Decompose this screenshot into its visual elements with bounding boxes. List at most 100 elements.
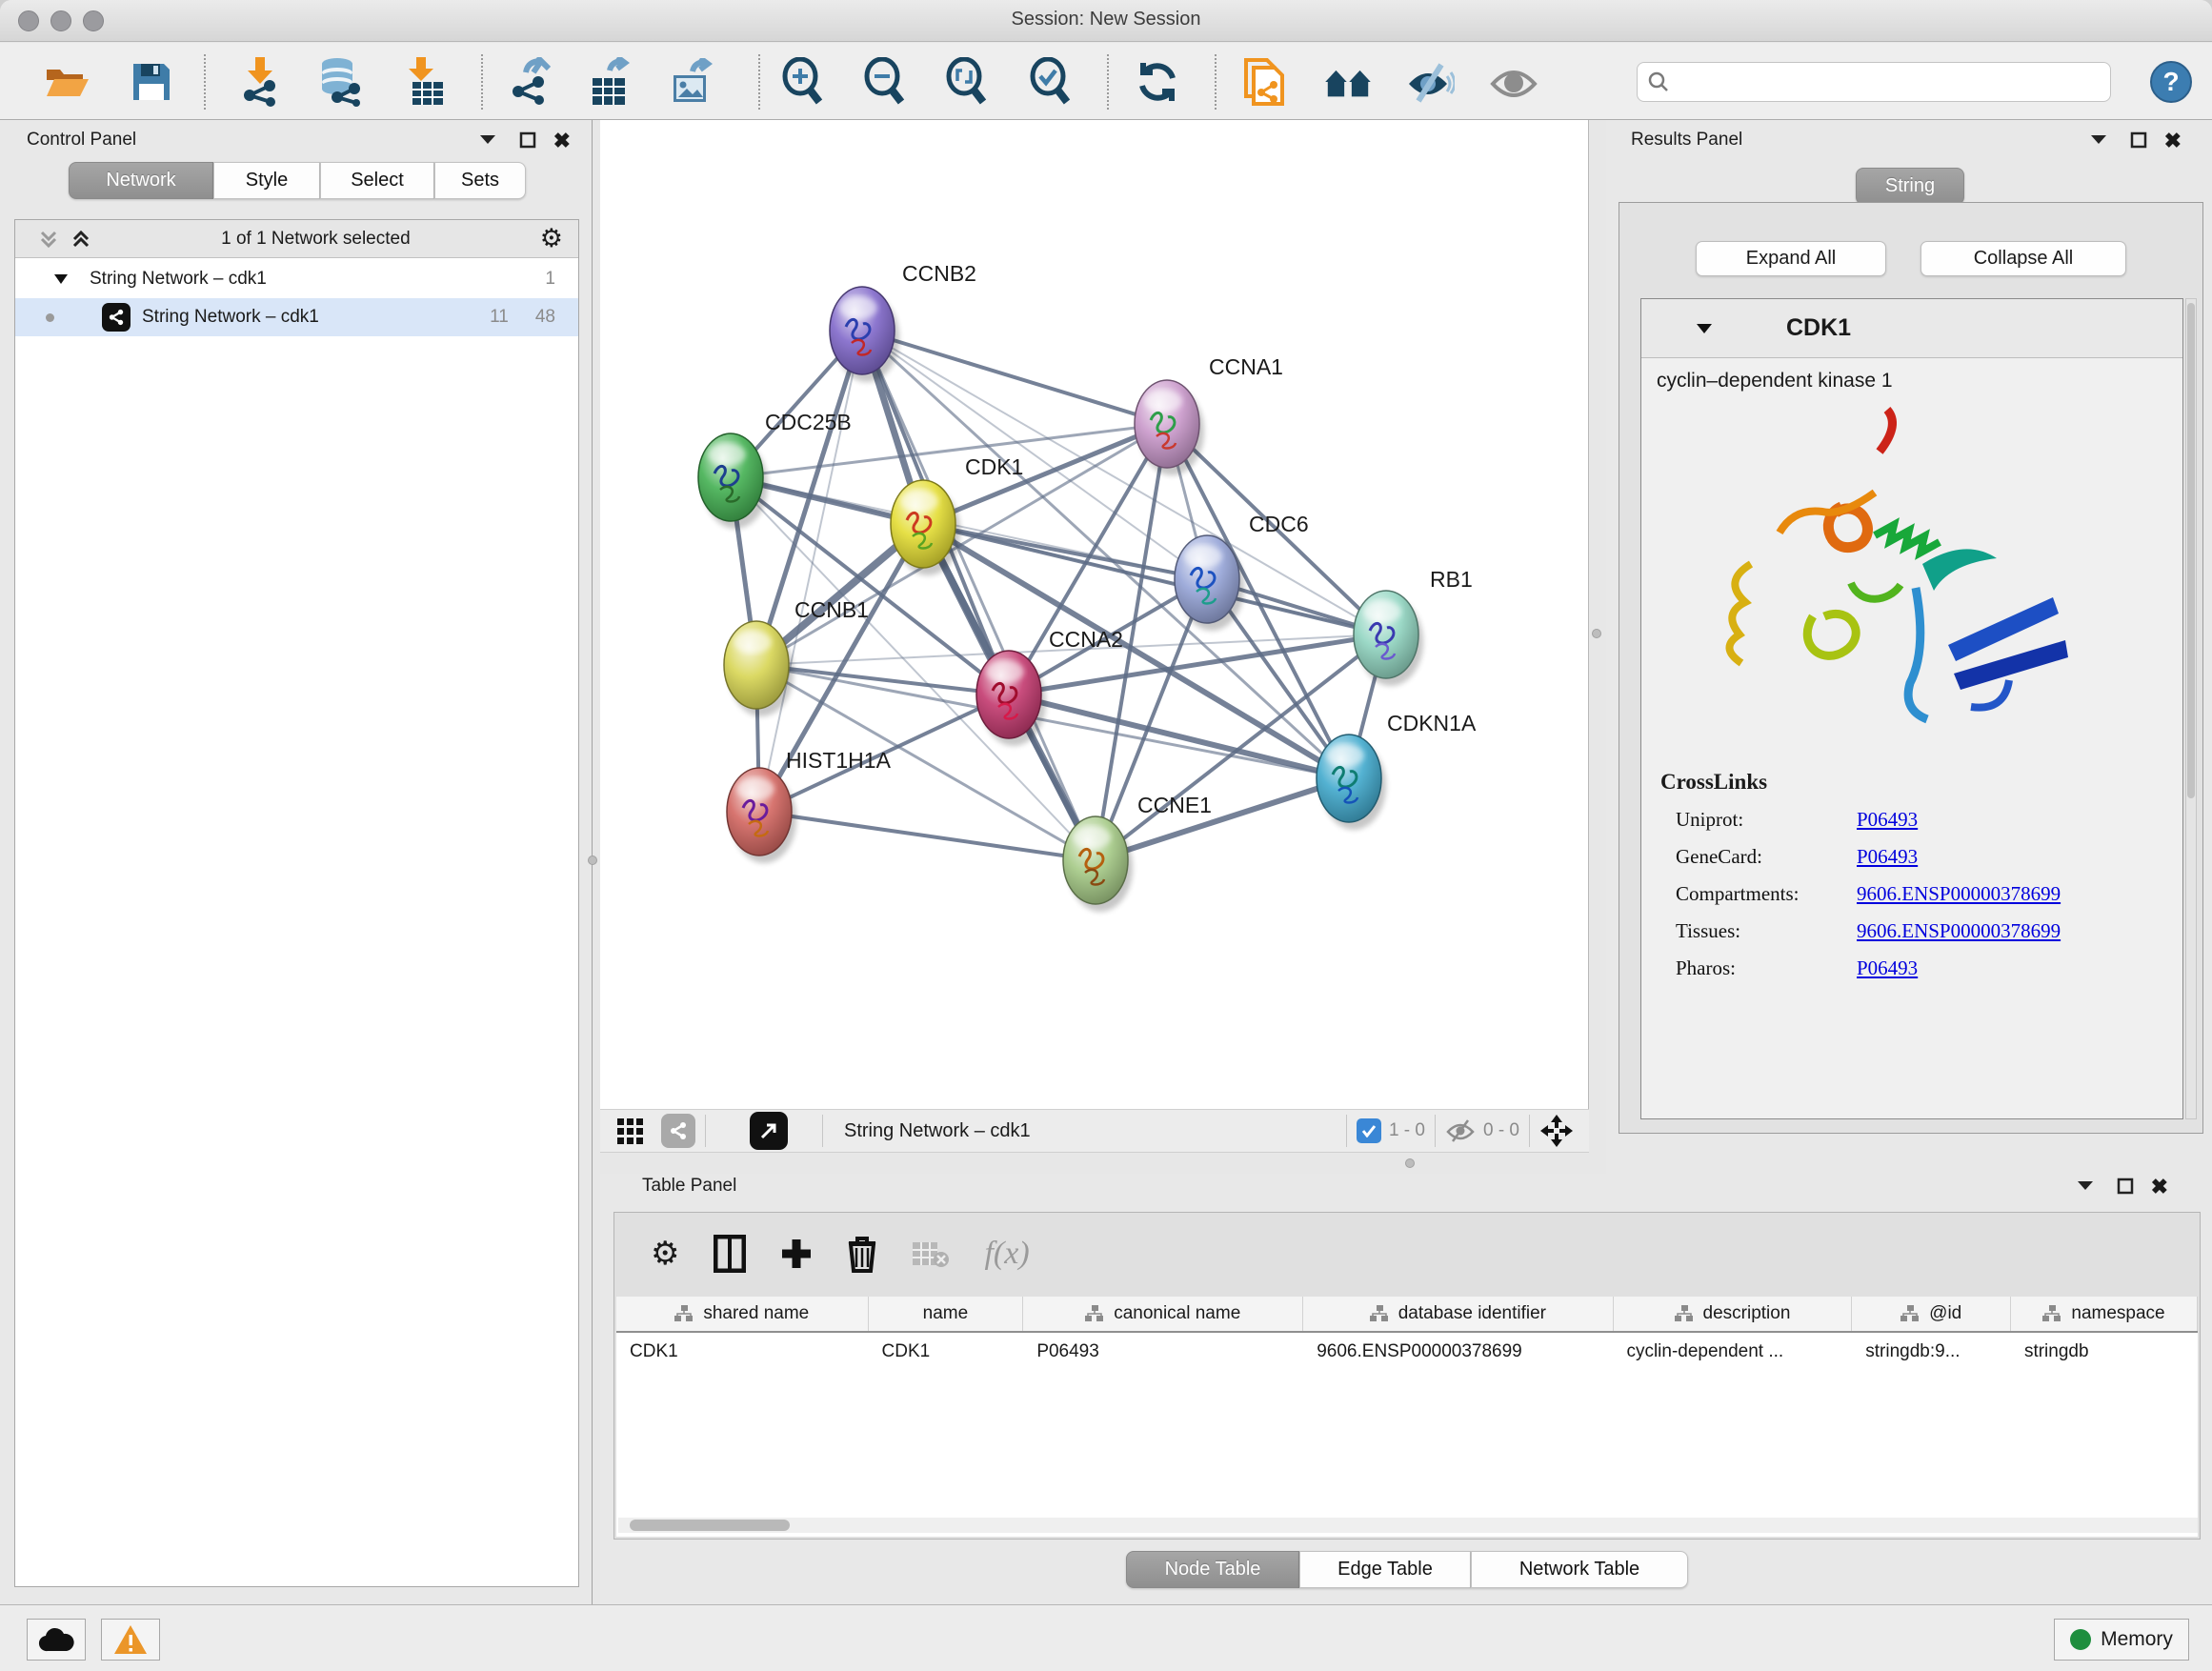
edge-HIST1H1A-CCNE1[interactable]	[759, 812, 1096, 860]
results-panel-float-icon[interactable]	[2130, 131, 2147, 149]
node-RB1[interactable]	[1354, 591, 1423, 686]
column-header--id[interactable]: @id	[1852, 1297, 2011, 1331]
table-panel-float-icon[interactable]	[2117, 1178, 2134, 1195]
fit-content-crosshair-icon[interactable]	[1539, 1114, 1574, 1148]
network-canvas[interactable]: CCNB2CCNA1CDC25BCDK1CDC6RB1CCNB1CCNA2CDK…	[600, 120, 1589, 1109]
crosslink-value-link[interactable]: 9606.ENSP00000378699	[1857, 882, 2061, 906]
left-splitter-handle[interactable]	[588, 856, 597, 865]
table-gear-icon[interactable]: ⚙	[651, 1235, 679, 1273]
import-table-button[interactable]	[400, 56, 452, 108]
control-panel-float-icon[interactable]	[519, 131, 536, 149]
results-panel-close-icon[interactable]: ✖	[2164, 129, 2182, 153]
tab-style[interactable]: Style	[213, 162, 320, 199]
birdseye-view-icon[interactable]	[615, 1117, 644, 1145]
right-splitter-handle[interactable]	[1592, 629, 1601, 638]
tab-sets[interactable]: Sets	[434, 162, 526, 199]
export-image-button[interactable]	[665, 56, 716, 108]
network-overview-share-icon[interactable]	[661, 1114, 695, 1148]
network-collection-row[interactable]: String Network – cdk1 1	[15, 260, 578, 298]
gear-icon[interactable]: ⚙	[540, 224, 563, 253]
column-header-database-identifier[interactable]: database identifier	[1303, 1297, 1613, 1331]
home-button[interactable]	[1322, 56, 1374, 108]
crosslink-value-link[interactable]: P06493	[1857, 808, 1918, 832]
tab-select[interactable]: Select	[320, 162, 434, 199]
edge-CDKN1A-CCNE1[interactable]	[1096, 778, 1349, 860]
selected-checkbox-icon[interactable]	[1357, 1118, 1381, 1143]
zoom-fit-button[interactable]	[941, 56, 993, 108]
tab-string[interactable]: String	[1856, 168, 1964, 205]
duplicate-network-button[interactable]	[1238, 56, 1290, 108]
import-network-button[interactable]	[234, 56, 286, 108]
help-button[interactable]: ?	[2145, 56, 2197, 108]
tab-network-table[interactable]: Network Table	[1471, 1551, 1688, 1588]
export-network-button[interactable]	[503, 56, 554, 108]
hide-selected-button[interactable]	[1404, 56, 1456, 108]
table-row[interactable]: CDK1CDK1P064939606.ENSP00000378699cyclin…	[616, 1333, 2198, 1371]
zoom-selected-button[interactable]	[1025, 56, 1076, 108]
column-header-description[interactable]: description	[1614, 1297, 1853, 1331]
collection-expand-icon[interactable]	[53, 273, 69, 285]
control-panel-close-icon[interactable]: ✖	[553, 129, 571, 153]
tab-node-table[interactable]: Node Table	[1126, 1551, 1299, 1588]
protein-collapse-icon[interactable]	[1695, 322, 1714, 335]
table-cell[interactable]: cyclin-dependent ...	[1613, 1341, 1852, 1362]
expand-all-button[interactable]: Expand All	[1696, 241, 1886, 276]
node-CCNB1[interactable]	[724, 621, 794, 716]
refresh-button[interactable]	[1132, 56, 1183, 108]
table-cell[interactable]: stringdb:9...	[1852, 1341, 2011, 1362]
protein-header-row[interactable]: CDK1	[1641, 299, 2182, 358]
column-header-namespace[interactable]: namespace	[2011, 1297, 2198, 1331]
add-column-icon[interactable]	[780, 1238, 813, 1270]
edge-CCNB2-RB1[interactable]	[862, 331, 1386, 634]
table-cell[interactable]: P06493	[1023, 1341, 1303, 1362]
table-cell[interactable]: stringdb	[2011, 1341, 2198, 1362]
open-session-button[interactable]	[42, 56, 93, 108]
tab-edge-table[interactable]: Edge Table	[1299, 1551, 1471, 1588]
open-in-new-window-icon[interactable]	[750, 1112, 788, 1150]
table-panel-menu-icon[interactable]	[2077, 1179, 2094, 1191]
export-table-button[interactable]	[583, 56, 634, 108]
network-row[interactable]: String Network – cdk1 11 48	[15, 298, 578, 336]
table-scrollbar-thumb[interactable]	[630, 1520, 790, 1531]
table-cell[interactable]: CDK1	[616, 1341, 869, 1362]
table-cell[interactable]: CDK1	[869, 1341, 1024, 1362]
edge-CCNB2-HIST1H1A[interactable]	[759, 331, 862, 812]
save-session-button[interactable]	[126, 56, 177, 108]
bottom-splitter-handle[interactable]	[1405, 1158, 1415, 1168]
warning-button[interactable]	[101, 1619, 160, 1661]
search-input[interactable]	[1678, 70, 2101, 93]
column-header-name[interactable]: name	[869, 1297, 1024, 1331]
columns-icon[interactable]	[714, 1235, 746, 1273]
crosslink-value-link[interactable]: 9606.ENSP00000378699	[1857, 919, 2061, 943]
show-all-button[interactable]	[1488, 56, 1539, 108]
tab-network[interactable]: Network	[69, 162, 213, 199]
results-scrollbar-thumb[interactable]	[2187, 303, 2195, 798]
expand-all-chevron-icon[interactable]	[70, 229, 91, 250]
table-cell[interactable]: 9606.ENSP00000378699	[1303, 1341, 1613, 1362]
node-CDC6[interactable]	[1175, 535, 1244, 631]
node-CCNE1[interactable]	[1063, 816, 1133, 912]
zoom-in-button[interactable]	[777, 56, 829, 108]
node-HIST1H1A[interactable]	[727, 768, 796, 863]
results-scrollbar[interactable]	[2185, 298, 2197, 1119]
results-panel-menu-icon[interactable]	[2090, 133, 2107, 145]
node-CCNB2[interactable]	[830, 287, 899, 382]
node-CCNA2[interactable]	[976, 651, 1046, 746]
control-panel-menu-icon[interactable]	[479, 133, 496, 145]
table-panel-close-icon[interactable]: ✖	[2151, 1175, 2168, 1199]
table-horizontal-scrollbar[interactable]	[618, 1518, 2198, 1533]
cloud-button[interactable]	[27, 1619, 86, 1661]
edge-CCNB2-CCNA1[interactable]	[862, 331, 1167, 424]
crosslink-value-link[interactable]: P06493	[1857, 956, 1918, 980]
delete-column-icon[interactable]	[847, 1235, 877, 1273]
edge-CCNB2-CCNE1[interactable]	[862, 331, 1096, 860]
node-CDKN1A[interactable]	[1317, 735, 1386, 830]
column-header-canonical-name[interactable]: canonical name	[1023, 1297, 1303, 1331]
memory-button[interactable]: Memory	[2054, 1619, 2189, 1661]
collapse-all-button[interactable]: Collapse All	[1920, 241, 2126, 276]
zoom-out-button[interactable]	[859, 56, 911, 108]
collapse-all-chevron-icon[interactable]	[38, 229, 59, 250]
import-database-button[interactable]	[314, 56, 366, 108]
crosslink-value-link[interactable]: P06493	[1857, 845, 1918, 869]
column-header-shared-name[interactable]: shared name	[616, 1297, 869, 1331]
